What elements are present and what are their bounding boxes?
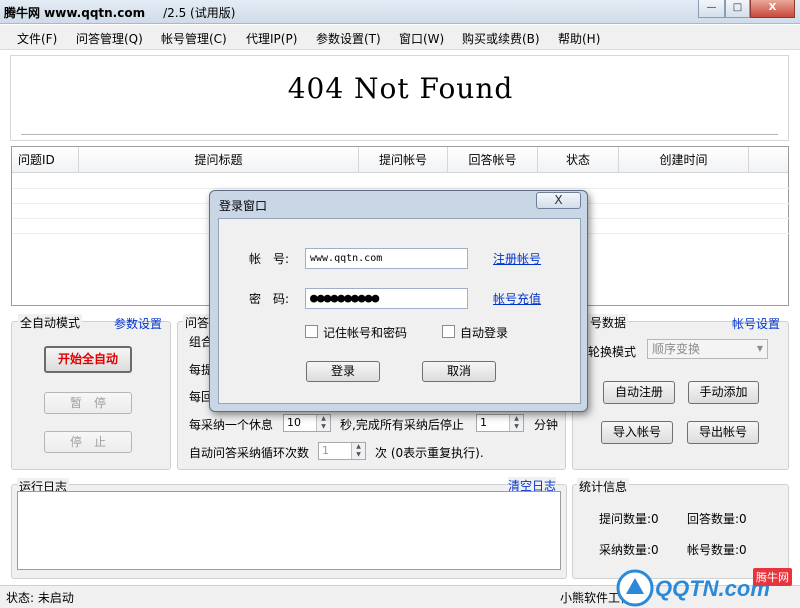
status-text: 状态: 未启动: [6, 591, 74, 605]
stop-minutes-value: 1: [480, 416, 487, 429]
account-data-label: 号数据: [588, 314, 629, 331]
rotate-mode-value: 顺序变换: [652, 342, 701, 356]
rest-label: 每采纳一个休息: [189, 418, 274, 432]
close-button[interactable]: X: [750, 0, 795, 18]
menu-bar: 文件(F) 问答管理(Q) 帐号管理(C) 代理IP(P) 参数设置(T) 窗口…: [0, 25, 800, 50]
menu-account-manage[interactable]: 帐号管理(C): [161, 30, 227, 47]
stats-label: 统计信息: [577, 478, 630, 495]
register-link[interactable]: 注册帐号: [493, 250, 541, 267]
autologin-checkbox[interactable]: [442, 325, 455, 338]
stop-minutes-stepper[interactable]: 1 ▲ ▼: [476, 414, 524, 432]
stats-group: [572, 484, 789, 579]
rest-seconds-value: 10: [287, 416, 301, 429]
manual-add-button[interactable]: 手动添加: [688, 381, 759, 404]
rest-seconds-stepper[interactable]: 10 ▲ ▼: [283, 414, 331, 432]
pause-button[interactable]: 暂 停: [44, 392, 132, 414]
banner-text: 404 Not Found: [287, 72, 514, 105]
loop-count-stepper[interactable]: 1 ▲ ▼: [318, 442, 366, 460]
auto-register-button[interactable]: 自动注册: [603, 381, 675, 404]
watermark-logo-icon: [616, 569, 654, 607]
question-count: 提问数量:0: [599, 512, 659, 526]
stop-button[interactable]: 停 止: [44, 431, 132, 453]
login-dialog: 登录窗口 X 帐 号: www.qqtn.com 注册帐号 密 码: ●●●●●…: [209, 190, 588, 412]
title-bar: 腾牛网 www.qqtn.com/2.5 (试用版) — □ X: [0, 0, 800, 24]
menu-window[interactable]: 窗口(W): [399, 30, 444, 47]
banner-panel: 404 Not Found: [10, 55, 789, 141]
start-auto-button[interactable]: 开始全自动: [44, 346, 132, 373]
account-label: 帐 号:: [249, 252, 290, 266]
qa-settings-label: 问答: [183, 314, 212, 331]
autologin-label[interactable]: 自动登录: [460, 324, 508, 341]
loop-label: 自动问答采纳循环次数: [189, 446, 310, 460]
export-accounts-button[interactable]: 导出帐号: [687, 421, 759, 444]
rotate-mode-label: 轮换模式: [588, 345, 637, 359]
grid-line: [12, 188, 790, 189]
password-input[interactable]: ●●●●●●●●●●: [305, 288, 468, 309]
menu-settings[interactable]: 参数设置(T): [316, 30, 381, 47]
stepper-arrows-icon[interactable]: ▲ ▼: [351, 443, 365, 459]
column-header-filler: [749, 147, 788, 173]
import-accounts-button[interactable]: 导入帐号: [601, 421, 673, 444]
column-header-title[interactable]: 提问标题: [79, 147, 359, 173]
dialog-title: 登录窗口: [219, 199, 268, 213]
menu-qa-manage[interactable]: 问答管理(Q): [76, 30, 143, 47]
chevron-down-icon: ▼: [756, 344, 763, 353]
account-input[interactable]: www.qqtn.com: [305, 248, 468, 269]
log-textarea[interactable]: [17, 491, 561, 570]
password-label: 密 码:: [249, 292, 290, 306]
stepper-arrows-icon[interactable]: ▲ ▼: [316, 415, 330, 431]
stop-unit-label: 分钟: [534, 418, 559, 432]
column-header-status[interactable]: 状态: [538, 147, 619, 173]
answer-count: 回答数量:0: [687, 512, 747, 526]
account-count: 帐号数量:0: [687, 543, 747, 557]
column-header-created[interactable]: 创建时间: [619, 147, 749, 173]
menu-help[interactable]: 帮助(H): [558, 30, 600, 47]
dialog-body: 帐 号: www.qqtn.com 注册帐号 密 码: ●●●●●●●●●● 帐…: [218, 218, 581, 404]
account-settings-link[interactable]: 帐号设置: [732, 315, 780, 332]
adopted-count: 采纳数量:0: [599, 543, 659, 557]
menu-file[interactable]: 文件(F): [17, 30, 57, 47]
watermark: QQTN.com 腾牛网: [615, 568, 800, 608]
auto-settings-link[interactable]: 参数设置: [114, 315, 162, 332]
dialog-close-button[interactable]: X: [536, 192, 581, 209]
stepper-arrows-icon[interactable]: ▲ ▼: [509, 415, 523, 431]
watermark-badge: 腾牛网: [753, 568, 792, 586]
minimize-button[interactable]: —: [698, 0, 725, 18]
maximize-button[interactable]: □: [725, 0, 750, 18]
loop-count-value: 1: [322, 444, 329, 457]
banner-divider: [21, 134, 778, 135]
rotate-mode-select[interactable]: 顺序变换 ▼: [647, 339, 768, 359]
rest-middle-label: 秒,完成所有采纳后停止: [340, 418, 464, 432]
auto-mode-label: 全自动模式: [18, 314, 83, 331]
menu-proxy-ip[interactable]: 代理IP(P): [246, 30, 297, 47]
column-header-asker[interactable]: 提问帐号: [359, 147, 448, 173]
remember-checkbox[interactable]: [305, 325, 318, 338]
cancel-button[interactable]: 取消: [422, 361, 496, 382]
column-header-id[interactable]: 问题ID: [12, 147, 79, 173]
menu-purchase[interactable]: 购买或续费(B): [462, 30, 540, 47]
recharge-link[interactable]: 帐号充值: [493, 290, 541, 307]
column-header-answerer[interactable]: 回答帐号: [448, 147, 538, 173]
window-title: 腾牛网 www.qqtn.com/2.5 (试用版): [4, 6, 236, 20]
login-button[interactable]: 登录: [306, 361, 380, 382]
loop-suffix-label: 次 (0表示重复执行).: [375, 446, 484, 460]
remember-label[interactable]: 记住帐号和密码: [323, 324, 407, 341]
